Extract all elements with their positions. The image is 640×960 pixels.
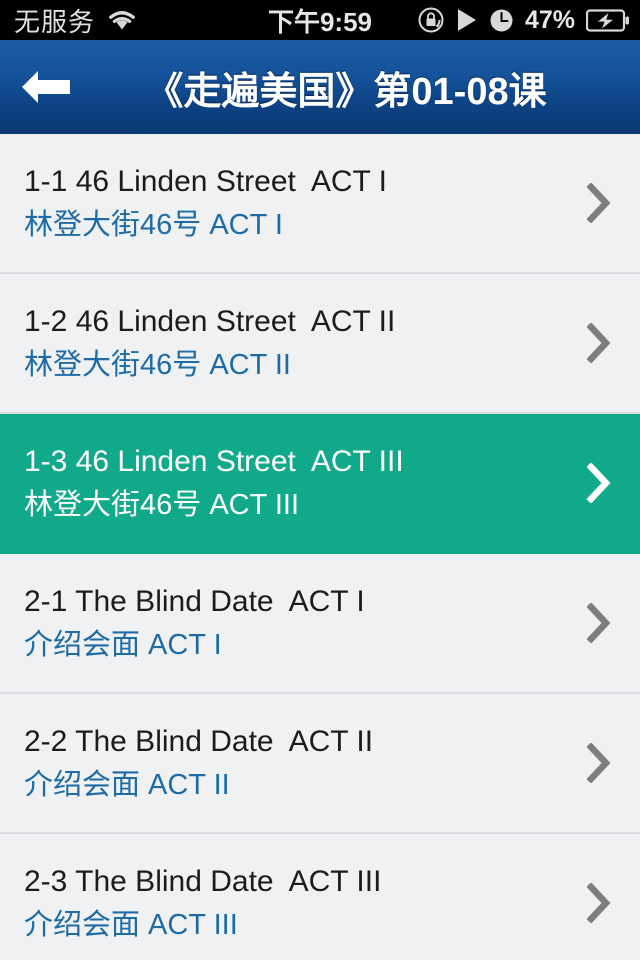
status-bar-right: 47% (417, 6, 630, 35)
list-item-subtitle: 介绍会面 ACT III (24, 908, 238, 941)
list-item-subtitle: 介绍会面 ACT II (24, 768, 230, 801)
battery-percent-label: 47% (524, 5, 575, 34)
list-item-1[interactable]: 1-1 46 Linden Street ACT I 林登大街46号 ACT I (0, 134, 640, 274)
list-item-subtitle: 林登大街46号 ACT II (24, 348, 291, 381)
chevron-right-icon (582, 321, 616, 365)
list-item-title: 2-1 The Blind Date ACT I (24, 585, 365, 619)
chevron-right-icon (582, 181, 616, 225)
list-item-title: 2-2 The Blind Date ACT II (24, 725, 374, 759)
lesson-list[interactable]: 1-1 46 Linden Street ACT I 林登大街46号 ACT I… (0, 134, 640, 960)
list-item-title: 1-1 46 Linden Street ACT I (24, 165, 388, 199)
play-icon (456, 8, 478, 32)
back-arrow-icon (19, 67, 73, 107)
carrier-label: 无服务 (14, 6, 96, 37)
alarm-clock-icon (489, 8, 514, 33)
chevron-right-icon (582, 741, 616, 785)
navigation-bar: 《走遍美国》第01-08课 (0, 40, 640, 134)
list-item-subtitle: 介绍会面 ACT I (24, 628, 222, 661)
list-item-2[interactable]: 1-2 46 Linden Street ACT II 林登大街46号 ACT … (0, 274, 640, 414)
list-item-4[interactable]: 2-1 The Blind Date ACT I 介绍会面 ACT I (0, 554, 640, 694)
list-item-title: 2-3 The Blind Date ACT III (24, 865, 382, 899)
status-bar-left: 无服务 (14, 2, 137, 39)
page-title: 《走遍美国》第01-08课 (145, 70, 547, 113)
list-item-6[interactable]: 2-3 The Blind Date ACT III 介绍会面 ACT III (0, 834, 640, 960)
chevron-right-icon (582, 881, 616, 925)
chevron-right-icon (582, 601, 616, 645)
list-item-subtitle: 林登大街46号 ACT III (24, 488, 300, 521)
list-item-title: 1-2 46 Linden Street ACT II (24, 305, 396, 339)
rotation-lock-icon (417, 6, 445, 34)
wifi-icon (107, 9, 137, 31)
list-item-title: 1-3 46 Linden Street ACT III (24, 445, 404, 479)
list-item-5[interactable]: 2-2 The Blind Date ACT II 介绍会面 ACT II (0, 694, 640, 834)
list-item-subtitle: 林登大街46号 ACT I (24, 208, 283, 241)
app-root: 无服务 下午9:59 47% 《走遍美国》第01-08课 1-1 46 Lind… (0, 0, 640, 960)
list-item-3[interactable]: 1-3 46 Linden Street ACT III 林登大街46号 ACT… (0, 414, 640, 554)
chevron-right-icon (582, 461, 616, 505)
back-button[interactable] (0, 40, 92, 134)
battery-charging-icon (586, 8, 630, 32)
status-bar: 无服务 下午9:59 47% (0, 0, 640, 40)
